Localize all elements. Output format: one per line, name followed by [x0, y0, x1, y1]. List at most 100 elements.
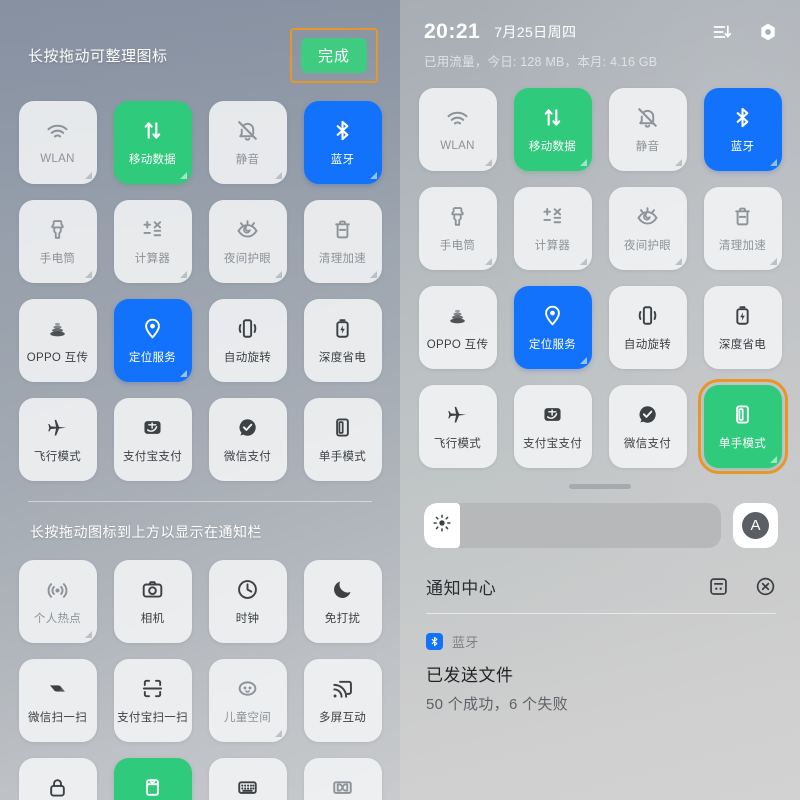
notification-header-actions — [708, 576, 776, 597]
tile-label: WLAN — [40, 152, 75, 165]
one-hand-mode-icon — [331, 416, 354, 439]
clear-all-icon[interactable] — [755, 576, 776, 597]
tile-label: 清理加速 — [718, 239, 767, 252]
one-hand-mode-icon — [731, 403, 754, 426]
tile-label: 飞行模式 — [433, 437, 482, 450]
gear-icon[interactable] — [758, 22, 778, 42]
mobile-data-icon — [541, 106, 564, 129]
tile-calculator[interactable]: 计算器 — [513, 187, 592, 270]
tile-bluetooth[interactable]: 蓝牙 — [703, 88, 782, 171]
tile-eye-care[interactable]: 夜间护眼 — [608, 187, 687, 270]
tile-corner-marker — [769, 456, 777, 463]
tile-one-hand-mode[interactable]: 单手模式 — [303, 398, 382, 481]
tile-corner-marker — [674, 159, 682, 166]
trash-clean-icon — [331, 218, 354, 241]
status-date: 7月25日周四 — [494, 24, 577, 40]
notification-title: 已发送文件 — [426, 666, 514, 685]
tile-corner-marker — [179, 172, 187, 179]
tile-label: 单手模式 — [718, 437, 767, 450]
notification-center-header: 通知中心 — [400, 548, 800, 599]
tile-red-packet[interactable]: 红包助手 — [113, 758, 192, 800]
tile-trash-clean[interactable]: 清理加速 — [703, 187, 782, 270]
tile-airplane[interactable]: 飞行模式 — [418, 385, 497, 468]
brightness-sun-icon — [433, 514, 451, 537]
tile-calculator[interactable]: 计算器 — [113, 200, 192, 283]
tile-dolby-atmos[interactable]: 杜比全景声 — [303, 758, 382, 800]
tile-clock[interactable]: 时钟 — [208, 560, 287, 643]
tile-label: 深度省电 — [318, 351, 367, 364]
tile-flashlight[interactable]: 手电筒 — [18, 200, 97, 283]
tile-lock-screen[interactable]: 一键锁屏 — [18, 758, 97, 800]
brightness-slider[interactable] — [424, 503, 721, 548]
edit-order-icon[interactable] — [712, 22, 732, 42]
inactive-section-hint: 长按拖动图标到上方以显示在通知栏 — [30, 524, 262, 540]
tile-wechat-pay[interactable]: 微信支付 — [208, 398, 287, 481]
tile-wifi[interactable]: WLAN — [418, 88, 497, 171]
tile-oppo-share[interactable]: OPPO 互传 — [18, 299, 97, 382]
tile-oppo-share[interactable]: OPPO 互传 — [418, 286, 497, 369]
tile-airplane[interactable]: 飞行模式 — [18, 398, 97, 481]
brightness-fill — [424, 503, 460, 548]
location-pin-icon — [141, 317, 164, 340]
tile-corner-marker — [179, 370, 187, 377]
airplane-icon — [46, 416, 69, 439]
tile-wechat-pay[interactable]: 微信支付 — [608, 385, 687, 468]
auto-brightness-button[interactable]: A — [733, 503, 778, 548]
tile-mobile-data[interactable]: 移动数据 — [513, 88, 592, 171]
tile-wifi[interactable]: WLAN — [18, 101, 97, 184]
tile-corner-marker — [274, 172, 282, 179]
tile-wechat-scan[interactable]: 微信扫一扫 — [18, 659, 97, 742]
right-panel-control-center: 20:21 7月25日周四 已用流量，今日: 128 MB，本月: 4.16 G… — [400, 0, 800, 800]
hotspot-icon — [46, 578, 69, 601]
tile-location-pin[interactable]: 定位服务 — [113, 299, 192, 382]
tile-label: 手电筒 — [39, 252, 76, 265]
tile-bluetooth[interactable]: 蓝牙 — [303, 101, 382, 184]
tile-trash-clean[interactable]: 清理加速 — [303, 200, 382, 283]
tile-alipay-pay[interactable]: 支付宝支付 — [113, 398, 192, 481]
tile-mute-bell[interactable]: 静音 — [208, 101, 287, 184]
tile-battery-saver[interactable]: 深度省电 — [703, 286, 782, 369]
notification-settings-icon[interactable] — [708, 576, 729, 597]
done-button[interactable]: 完成 — [300, 38, 367, 73]
wechat-pay-icon — [636, 403, 659, 426]
tile-keyboard-switch[interactable]: 切换输入法 — [208, 758, 287, 800]
tile-corner-marker — [484, 258, 492, 265]
tile-camera[interactable]: 相机 — [113, 560, 192, 643]
screen-cast-icon — [331, 677, 354, 700]
tile-kids-space[interactable]: 儿童空间 — [208, 659, 287, 742]
tile-battery-saver[interactable]: 深度省电 — [303, 299, 382, 382]
tile-eye-care[interactable]: 夜间护眼 — [208, 200, 287, 283]
tile-hotspot[interactable]: 个人热点 — [18, 560, 97, 643]
tile-do-not-disturb-moon[interactable]: 免打扰 — [303, 560, 382, 643]
alipay-scan-icon — [141, 677, 164, 700]
tile-label: 相机 — [140, 612, 165, 625]
tile-one-hand-mode[interactable]: 单手模式 — [697, 379, 788, 474]
tile-label: 自动旋转 — [623, 338, 672, 351]
wechat-scan-icon — [46, 677, 69, 700]
tile-mute-bell[interactable]: 静音 — [608, 88, 687, 171]
tile-auto-rotate[interactable]: 自动旋转 — [608, 286, 687, 369]
lock-screen-icon — [46, 776, 69, 799]
tile-label: 移动数据 — [528, 140, 577, 153]
tile-corner-marker — [179, 271, 187, 278]
tile-screen-cast[interactable]: 多屏互动 — [303, 659, 382, 742]
clock-icon — [236, 578, 259, 601]
tile-label: WLAN — [440, 139, 475, 152]
tile-alipay-scan[interactable]: 支付宝扫一扫 — [113, 659, 192, 742]
eye-care-icon — [236, 218, 259, 241]
tile-label: 夜间护眼 — [623, 239, 672, 252]
tile-mobile-data[interactable]: 移动数据 — [113, 101, 192, 184]
tile-flashlight[interactable]: 手电筒 — [418, 187, 497, 270]
tile-alipay-pay[interactable]: 支付宝支付 — [513, 385, 592, 468]
tile-location-pin[interactable]: 定位服务 — [513, 286, 592, 369]
tile-label: 清理加速 — [318, 252, 367, 265]
tile-label: 定位服务 — [528, 338, 577, 351]
airplane-icon — [446, 403, 469, 426]
tile-label: 静音 — [235, 153, 260, 166]
notification-item[interactable]: 蓝牙 已发送文件 50 个成功，6 个失败 — [400, 614, 800, 714]
tile-label: 移动数据 — [128, 153, 177, 166]
auto-rotate-icon — [636, 304, 659, 327]
tile-auto-rotate[interactable]: 自动旋转 — [208, 299, 287, 382]
auto-rotate-icon — [236, 317, 259, 340]
tile-label: 计算器 — [134, 252, 171, 265]
